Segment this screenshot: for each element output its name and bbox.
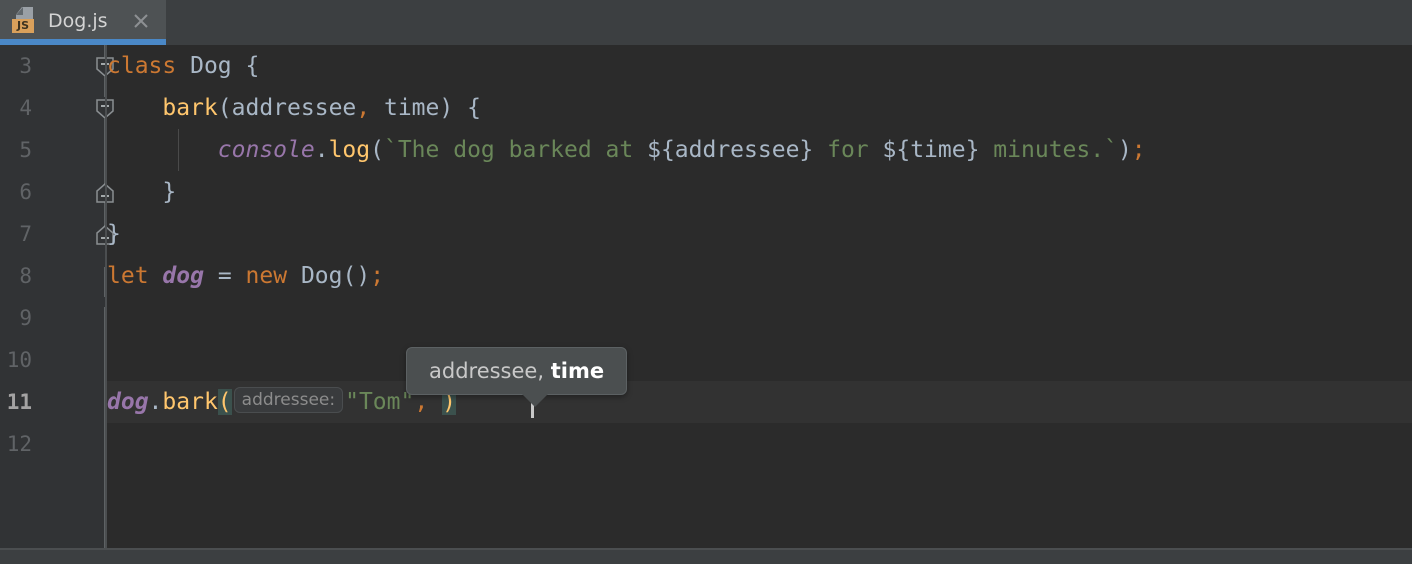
editor-tab-dog-js[interactable]: JS Dog.js	[0, 0, 166, 45]
token-brace: }	[162, 179, 177, 205]
token-semicolon: ;	[370, 263, 385, 289]
token-dot: .	[148, 389, 163, 415]
js-badge-label: JS	[12, 19, 34, 33]
token-template-string: minutes.`	[979, 137, 1118, 163]
token-brace: {	[245, 53, 260, 79]
token-template-string: `The dog barked at	[383, 137, 648, 163]
tooltip-param-current: addressee,	[429, 359, 545, 383]
code-line-4[interactable]: bark(addressee, time) {	[107, 87, 1412, 129]
token-method-name: bark	[162, 95, 218, 121]
token-comma: ,	[356, 95, 371, 121]
token-paren: )	[439, 95, 454, 121]
code-editor[interactable]: 3 4 5 6 7 8 9 10 11 12 class Dog {bark(…	[0, 45, 1412, 548]
line-number: 9	[19, 306, 32, 330]
line-number-current: 11	[6, 390, 32, 414]
editor-tab-bar: JS Dog.js	[0, 0, 1412, 45]
code-line-6[interactable]: }	[107, 171, 1412, 213]
token-keyword: class	[107, 53, 177, 79]
line-number: 5	[19, 138, 32, 162]
line-number: 12	[6, 432, 32, 456]
close-icon[interactable]	[130, 10, 152, 32]
code-line-10[interactable]	[107, 339, 1412, 381]
token-constructor-call: Dog()	[300, 263, 371, 289]
token-paren: )	[1117, 137, 1132, 163]
token-method-log: log	[328, 137, 371, 163]
token-paren-matched-open: (	[217, 389, 232, 415]
editor-tab-label: Dog.js	[48, 10, 108, 32]
token-variable-dog: dog	[162, 263, 204, 289]
token-brace: }	[107, 221, 121, 247]
token-keyword-let: let	[107, 263, 149, 289]
token-parameter: time	[383, 95, 440, 121]
token-parameter: addressee	[231, 95, 357, 121]
code-line-9[interactable]	[107, 297, 1412, 339]
token-object-console: console	[217, 137, 315, 163]
token-keyword-new: new	[245, 263, 288, 289]
code-line-5[interactable]: console.log(`The dog barked at ${address…	[107, 129, 1412, 171]
ide-window: JS Dog.js 3 4 5 6 7 8 9 10 11 12 class D…	[0, 0, 1412, 564]
tooltip-arrow	[521, 393, 549, 407]
line-number: 3	[19, 54, 32, 78]
token-variable-dog: dog	[107, 389, 149, 415]
code-line-12[interactable]	[107, 423, 1412, 465]
javascript-file-icon: JS	[12, 6, 38, 34]
parameter-name-hint: addressee:	[233, 387, 344, 413]
token-paren: (	[370, 137, 384, 163]
token-semicolon: ;	[1131, 137, 1146, 163]
parameter-info-tooltip: addressee, time	[406, 347, 628, 407]
token-dot: .	[314, 137, 329, 163]
token-class-name: Dog	[190, 53, 232, 79]
tooltip-space	[544, 359, 551, 383]
line-number: 7	[19, 222, 32, 246]
token-template-interpolation: ${addressee}	[647, 137, 814, 163]
code-line-3[interactable]: class Dog {	[107, 45, 1412, 87]
code-line-11[interactable]: dog.bark(addressee: "Tom", )	[107, 381, 1412, 423]
code-line-7[interactable]: }	[107, 213, 1412, 255]
editor-gutter[interactable]: 3 4 5 6 7 8 9 10 11 12	[0, 45, 114, 548]
token-brace: {	[467, 95, 481, 121]
tooltip-param-highlighted: time	[550, 359, 605, 383]
line-number: 8	[19, 264, 32, 288]
line-number: 10	[6, 348, 32, 372]
token-operator: =	[217, 263, 232, 289]
token-method-bark: bark	[162, 389, 218, 415]
token-template-interpolation: ${time}	[882, 137, 980, 163]
line-number: 4	[19, 96, 32, 120]
status-bar	[0, 550, 1412, 564]
token-string-tom: "Tom"	[345, 389, 415, 415]
token-template-string: for	[813, 137, 883, 163]
line-number: 6	[19, 180, 32, 204]
code-content[interactable]: class Dog { bark(addressee, time) { cons…	[107, 45, 1412, 548]
code-line-8[interactable]: let dog = new Dog();	[107, 255, 1412, 297]
token-paren: (	[217, 95, 232, 121]
